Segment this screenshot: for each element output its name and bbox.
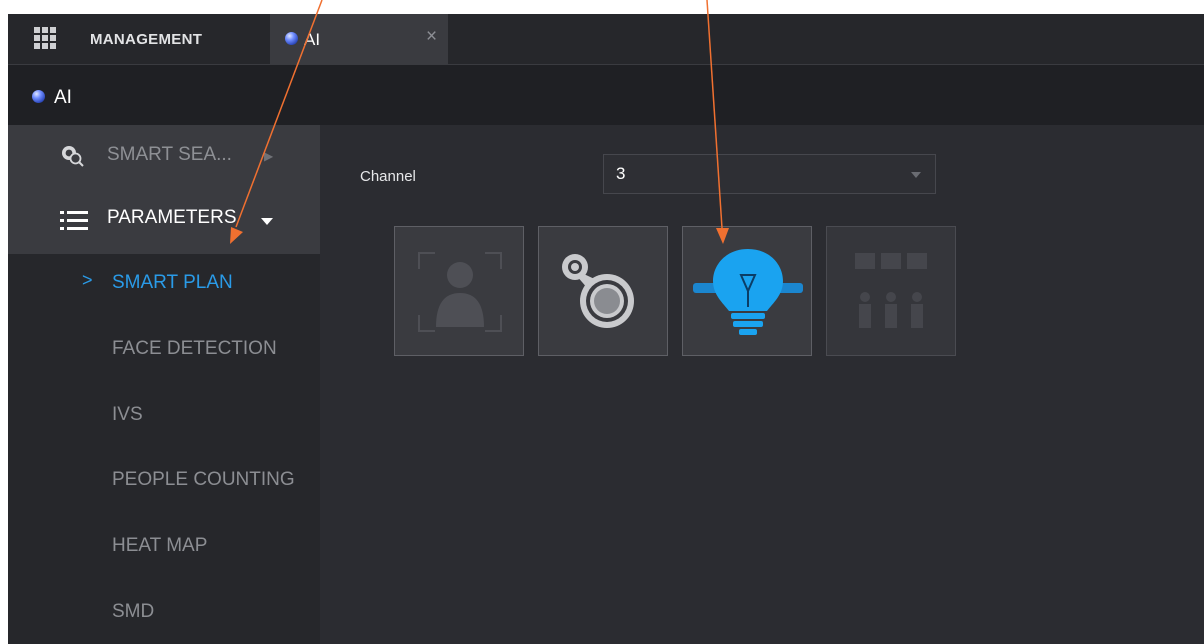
chevron-down-icon [911, 172, 921, 178]
tab-ai[interactable]: AI × [270, 14, 448, 64]
page-title: AI [54, 87, 72, 108]
list-icon [60, 211, 88, 230]
close-icon[interactable]: × [426, 26, 437, 48]
ai-orb-icon [32, 90, 45, 103]
heat-map-icon [562, 254, 634, 328]
sidebar-item-label: PARAMETERS [107, 207, 237, 228]
sidebar-item-parameters[interactable]: PARAMETERS [8, 187, 320, 251]
sidebar-item-heat-map[interactable]: HEAT MAP [112, 535, 207, 557]
management-label: MANAGEMENT [90, 31, 203, 48]
sidebar-item-ivs[interactable]: IVS [112, 404, 143, 426]
main-panel: Channel 3 [320, 125, 1204, 644]
section-title-bar: AI [8, 65, 1204, 125]
sidebar-item-smart-plan[interactable]: SMART PLAN [112, 272, 233, 294]
channel-label: Channel [360, 168, 416, 185]
people-counting-plan-button[interactable] [826, 226, 956, 356]
sidebar-item-people-counting[interactable]: PEOPLE COUNTING [112, 469, 295, 491]
grid-icon [34, 27, 56, 49]
channel-value: 3 [616, 164, 626, 183]
channel-select[interactable]: 3 [603, 154, 936, 194]
face-detection-icon [418, 252, 502, 332]
heat-map-plan-button[interactable] [538, 226, 668, 356]
sidebar-item-smart-search[interactable]: SMART SEA... ▶ [8, 125, 320, 185]
tab-bar: MANAGEMENT AI × [8, 14, 1204, 65]
ivs-plan-button[interactable] [682, 226, 812, 356]
ivs-bulb-icon [693, 249, 803, 335]
smart-search-icon [62, 146, 84, 167]
sidebar: SMART SEA... ▶ PARAMETERS > SMART PLAN F… [8, 125, 320, 644]
people-counting-icon [855, 253, 927, 328]
management-tab[interactable]: MANAGEMENT [8, 14, 268, 64]
sidebar-item-smd[interactable]: SMD [112, 601, 154, 623]
chevron-right-icon: ▶ [264, 149, 274, 163]
face-detection-plan-button[interactable] [394, 226, 524, 356]
sidebar-item-face-detection[interactable]: FACE DETECTION [112, 338, 277, 360]
chevron-down-icon [261, 218, 273, 225]
ai-orb-icon [285, 32, 298, 45]
tab-ai-label: AI [304, 30, 321, 49]
sidebar-item-label: SMART SEA... [107, 144, 232, 165]
active-indicator-icon: > [82, 270, 93, 290]
app-window: MANAGEMENT AI × AI SMART SEA... ▶ PARAME… [8, 14, 1204, 644]
